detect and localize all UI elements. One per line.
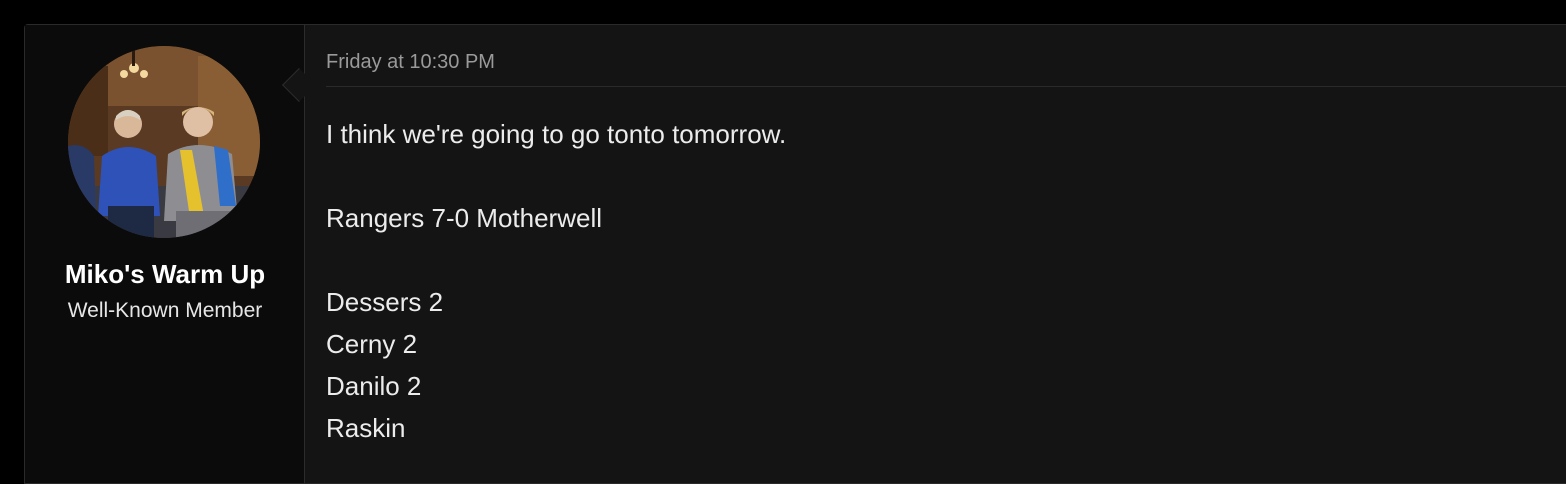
message-line: Rangers 7-0 Motherwell — [326, 203, 603, 233]
post-message-body: I think we're going to go tonto tomorrow… — [326, 113, 786, 449]
forum-post: Miko's Warm Up Well-Known Member Friday … — [24, 24, 1566, 484]
message-line: Raskin — [326, 413, 406, 443]
message-line: Dessers 2 — [326, 287, 444, 317]
message-line: Danilo 2 — [326, 371, 422, 401]
post-author-panel: Miko's Warm Up Well-Known Member — [25, 25, 316, 483]
message-line: Cerny 2 — [326, 329, 418, 359]
avatar-photo-icon — [68, 46, 260, 238]
message-line: I think we're going to go tonto tomorrow… — [326, 119, 787, 149]
author-username[interactable]: Miko's Warm Up — [25, 259, 305, 290]
user-avatar[interactable] — [68, 46, 260, 238]
divider — [326, 86, 1566, 87]
post-timestamp[interactable]: Friday at 10:30 PM — [326, 51, 495, 74]
post-main: Friday at 10:30 PM I think we're going t… — [305, 25, 1566, 483]
author-user-title: Well-Known Member — [67, 299, 263, 322]
